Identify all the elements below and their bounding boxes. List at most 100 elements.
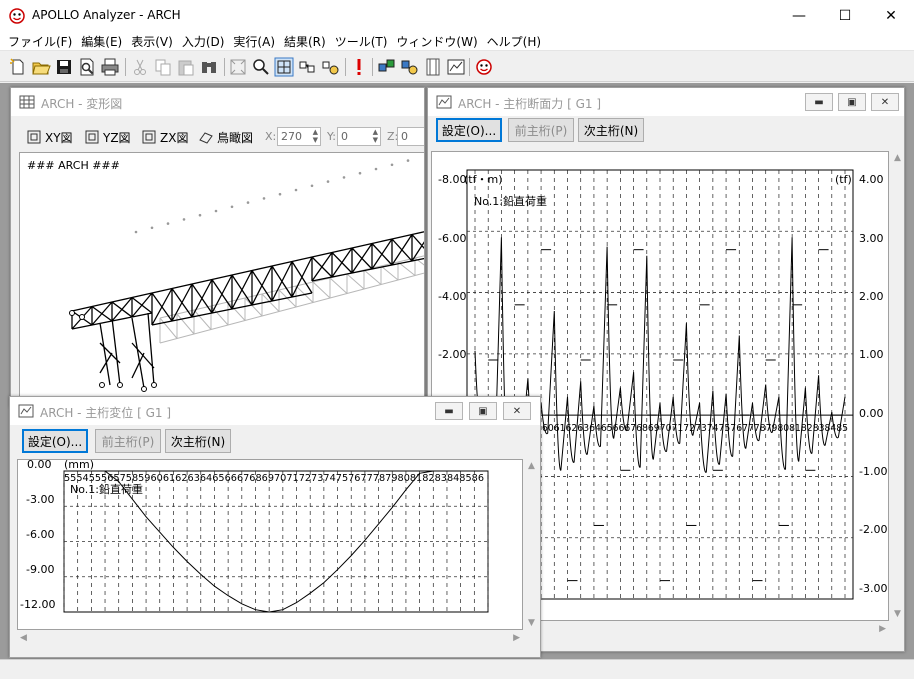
find-icon[interactable] bbox=[199, 57, 219, 77]
save-icon[interactable] bbox=[54, 57, 74, 77]
zoom-window-icon[interactable] bbox=[274, 57, 294, 77]
right-tick-1: 3.00 bbox=[859, 232, 884, 245]
view-birdseye-button[interactable]: 鳥瞰図 bbox=[199, 128, 253, 146]
deform-window-titlebar[interactable]: ARCH - 変形図 bbox=[11, 88, 424, 116]
scroll-left-icon[interactable]: ◀ bbox=[20, 633, 27, 643]
right-tick-0: 4.00 bbox=[859, 173, 884, 186]
disp-window-titlebar[interactable]: ARCH - 主桁変位 [ G1 ] ▬ ▣ ✕ bbox=[10, 397, 540, 425]
left-tick-0: -8.00 bbox=[438, 173, 466, 186]
force-restore-button[interactable]: ▣ bbox=[838, 93, 866, 111]
disp-tick-3: -9.00 bbox=[26, 563, 54, 576]
menu-bar: ファイル(F) 編集(E) 表示(V) 入力(D) 実行(A) 結果(R) ツー… bbox=[0, 31, 914, 51]
disp-settings-button[interactable]: 設定(O)... bbox=[22, 429, 88, 453]
disp-prev-girder-button[interactable]: 前主桁(P) bbox=[95, 429, 161, 453]
help-icon[interactable] bbox=[474, 57, 494, 77]
menu-file[interactable]: ファイル(F) bbox=[4, 31, 77, 50]
z-coord-value: 0 bbox=[401, 130, 408, 143]
force-close-button[interactable]: ✕ bbox=[871, 93, 899, 111]
support-node bbox=[141, 386, 147, 392]
reference-node bbox=[166, 222, 170, 225]
y-coord-value: 0 bbox=[341, 130, 348, 143]
force-window-title: ARCH - 主桁断面力 [ G1 ] bbox=[458, 97, 602, 111]
view-zx-button[interactable]: ZX図 bbox=[142, 128, 188, 146]
print-icon[interactable] bbox=[100, 57, 120, 77]
zoom-icon[interactable] bbox=[251, 57, 271, 77]
force-settings-button[interactable]: 設定(O)... bbox=[436, 118, 502, 142]
force-window-titlebar[interactable]: ARCH - 主桁断面力 [ G1 ] ▬ ▣ ✕ bbox=[428, 88, 904, 116]
disp-legend: No.1:鉛直荷重 bbox=[70, 482, 143, 496]
toolbar-separator bbox=[224, 58, 225, 76]
menu-edit[interactable]: 編集(E) bbox=[77, 31, 127, 50]
scroll-up-icon[interactable]: ▲ bbox=[894, 153, 901, 163]
reference-node bbox=[374, 167, 378, 171]
menu-view[interactable]: 表示(V) bbox=[127, 31, 178, 50]
menu-run[interactable]: 実行(A) bbox=[229, 31, 280, 50]
fit-icon[interactable] bbox=[228, 57, 248, 77]
support-node bbox=[117, 382, 123, 388]
result-icon[interactable] bbox=[320, 57, 340, 77]
force-vertical-scrollbar[interactable]: ▲ ▼ bbox=[890, 151, 904, 621]
model-icon[interactable] bbox=[297, 57, 317, 77]
right-tick-5: -1.00 bbox=[859, 465, 887, 478]
menu-window[interactable]: ウィンドウ(W) bbox=[392, 31, 482, 50]
cut-icon[interactable] bbox=[130, 57, 150, 77]
menu-result[interactable]: 結果(R) bbox=[280, 31, 331, 50]
force-next-girder-button[interactable]: 次主桁(N) bbox=[578, 118, 644, 142]
z-coord-spinner[interactable]: 0 bbox=[397, 127, 424, 146]
scroll-right-icon[interactable]: ▶ bbox=[879, 624, 886, 634]
close-button[interactable]: ✕ bbox=[868, 0, 914, 31]
view-xy-icon bbox=[27, 130, 41, 144]
paste-icon[interactable] bbox=[176, 57, 196, 77]
view-zx-label: ZX図 bbox=[160, 130, 189, 145]
disp-close-button[interactable]: ✕ bbox=[503, 402, 531, 420]
menu-help[interactable]: ヘルプ(H) bbox=[483, 31, 546, 50]
x-coord-value: 270 bbox=[281, 130, 302, 143]
x-coord-spinner[interactable]: 270 ▲ ▼ bbox=[277, 127, 321, 146]
disp-minimize-button[interactable]: ▬ bbox=[435, 402, 463, 420]
disp-horizontal-scrollbar[interactable]: ◀ ▶ bbox=[17, 631, 523, 647]
open-icon[interactable] bbox=[31, 57, 51, 77]
scroll-down-icon[interactable]: ▼ bbox=[528, 618, 535, 628]
scroll-up-icon[interactable]: ▲ bbox=[528, 461, 535, 471]
reference-node bbox=[278, 192, 282, 196]
title-bar: APOLLO Analyzer - ARCH — ☐ ✕ bbox=[0, 0, 914, 31]
force-legend: No.1:鉛直荷重 bbox=[474, 194, 547, 208]
scroll-right-icon[interactable]: ▶ bbox=[513, 633, 520, 643]
x-coord-label: X: bbox=[265, 130, 277, 143]
scroll-down-icon[interactable]: ▼ bbox=[894, 609, 901, 619]
deform-window-title: ARCH - 変形図 bbox=[41, 97, 123, 111]
force-prev-girder-button[interactable]: 前主桁(P) bbox=[508, 118, 574, 142]
copy-icon[interactable] bbox=[153, 57, 173, 77]
view-yz-button[interactable]: YZ図 bbox=[85, 128, 131, 146]
support-node bbox=[151, 382, 157, 388]
view-xy-button[interactable]: XY図 bbox=[27, 128, 73, 146]
disp-restore-button[interactable]: ▣ bbox=[469, 402, 497, 420]
reference-node bbox=[390, 163, 394, 167]
disp-vertical-scrollbar[interactable]: ▲ ▼ bbox=[524, 459, 540, 630]
member-icon[interactable] bbox=[377, 57, 397, 77]
toolbar-separator bbox=[345, 58, 346, 76]
toolbar-separator bbox=[125, 58, 126, 76]
reference-node bbox=[198, 213, 202, 217]
right-tick-3: 1.00 bbox=[859, 348, 884, 361]
maximize-button[interactable]: ☐ bbox=[822, 0, 868, 31]
reference-node bbox=[262, 197, 266, 200]
view-xy-label: XY図 bbox=[45, 130, 73, 145]
print-preview-icon[interactable] bbox=[77, 57, 97, 77]
deform-window: ARCH - 変形図 XY図 YZ図 ZX図 鳥瞰図 X: 270 ▲ ▼ Y: 0… bbox=[10, 87, 425, 407]
graph-icon bbox=[18, 404, 34, 418]
force-minimize-button[interactable]: ▬ bbox=[805, 93, 833, 111]
load-icon[interactable] bbox=[400, 57, 420, 77]
y-coord-spinner[interactable]: 0 ▲ ▼ bbox=[337, 127, 381, 146]
right-tick-4: 0.00 bbox=[859, 407, 884, 420]
menu-input[interactable]: 入力(D) bbox=[178, 31, 230, 50]
new-icon[interactable] bbox=[8, 57, 28, 77]
menu-tools[interactable]: ツール(T) bbox=[331, 31, 393, 50]
film-icon[interactable] bbox=[423, 57, 443, 77]
execute-icon[interactable] bbox=[349, 57, 369, 77]
deform-canvas[interactable]: ### ARCH ### bbox=[19, 152, 424, 406]
graph-icon[interactable] bbox=[446, 57, 466, 77]
reference-node bbox=[326, 180, 330, 183]
disp-next-girder-button[interactable]: 次主桁(N) bbox=[165, 429, 231, 453]
minimize-button[interactable]: — bbox=[776, 0, 822, 31]
